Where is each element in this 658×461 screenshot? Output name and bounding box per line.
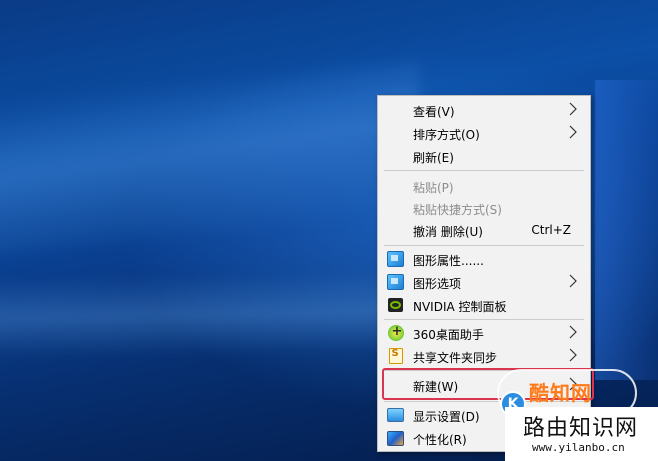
chevron-right-icon	[569, 325, 577, 339]
menu-item-label: 个性化(R)	[413, 433, 467, 447]
menu-separator	[384, 245, 584, 246]
personalize-icon	[387, 430, 404, 446]
watermark-badge-text: 酷知网	[529, 381, 592, 405]
menu-item-label: 粘贴快捷方式(S)	[413, 203, 502, 217]
menu-item-label: 撤消 删除(U)	[413, 225, 483, 239]
menu-item-shared-folder-sync[interactable]: 共享文件夹同步	[378, 345, 590, 367]
nvidia-icon	[388, 298, 403, 312]
menu-item-paste[interactable]: 粘贴(P)	[378, 175, 590, 197]
menu-item-label: 刷新(E)	[413, 151, 454, 165]
watermark-url: www.yilanbo.cn	[532, 441, 625, 454]
menu-item-label: 图形选项	[413, 277, 462, 291]
menu-item-graphics-properties[interactable]: 图形属性......	[378, 248, 590, 270]
chevron-right-icon	[569, 102, 577, 116]
menu-item-paste-shortcut[interactable]: 粘贴快捷方式(S)	[378, 197, 590, 219]
menu-item-label: 显示设置(D)	[413, 410, 480, 424]
360-desktop-icon	[387, 324, 404, 341]
menu-item-label: 排序方式(O)	[413, 128, 480, 142]
shared-folder-icon	[388, 348, 403, 364]
menu-item-label: 共享文件夹同步	[413, 351, 498, 365]
wallpaper-light-beam	[0, 60, 420, 260]
menu-separator	[384, 170, 584, 171]
display-settings-icon	[387, 408, 404, 422]
menu-item-label: NVIDIA 控制面板	[413, 300, 507, 314]
menu-item-nvidia-control-panel[interactable]: NVIDIA 控制面板	[378, 294, 590, 316]
menu-item-label: 360桌面助手	[413, 328, 484, 342]
chevron-right-icon	[569, 274, 577, 288]
watermark-title: 路由知识网	[523, 416, 639, 441]
watermark-panel: 路由知识网 www.yilanbo.cn	[505, 407, 658, 461]
menu-item-view[interactable]: 查看(V)	[378, 99, 590, 121]
menu-item-360-desktop[interactable]: 360桌面助手	[378, 322, 590, 344]
menu-item-label: 图形属性......	[413, 254, 484, 268]
menu-item-sort-by[interactable]: 排序方式(O)	[378, 122, 590, 144]
intel-graphics-icon	[387, 274, 404, 290]
wallpaper-window-pane	[595, 80, 658, 380]
menu-item-label: 粘贴(P)	[413, 181, 454, 195]
menu-item-label: 查看(V)	[413, 105, 455, 119]
intel-graphics-icon	[387, 251, 404, 267]
menu-item-shortcut: Ctrl+Z	[531, 223, 571, 237]
chevron-right-icon	[569, 125, 577, 139]
menu-item-graphics-options[interactable]: 图形选项	[378, 271, 590, 293]
chevron-right-icon	[569, 348, 577, 362]
menu-item-undo-delete[interactable]: 撤消 删除(U) Ctrl+Z	[378, 219, 590, 241]
menu-separator	[384, 319, 584, 320]
menu-item-refresh[interactable]: 刷新(E)	[378, 145, 590, 167]
wallpaper-light-beam-lower	[0, 271, 400, 359]
